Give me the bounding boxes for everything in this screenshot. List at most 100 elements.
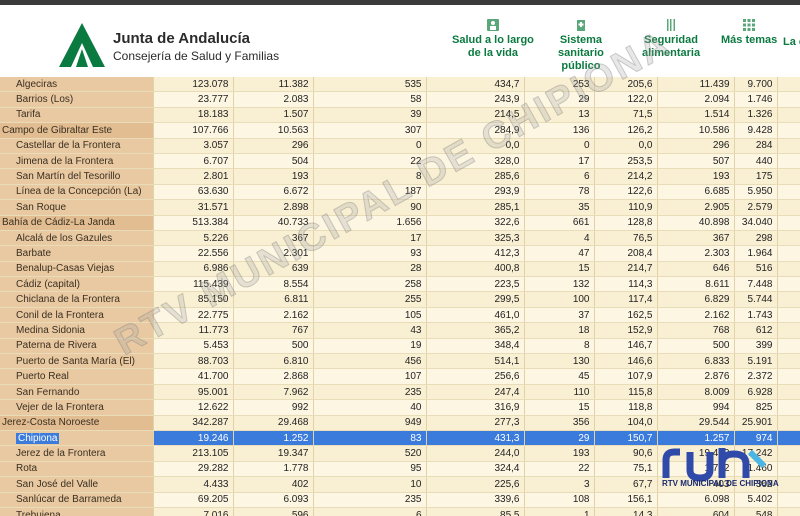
table-row[interactable]: Barrios (Los) 23.777 2.083 58 243,9 29 122,0 2.… bbox=[0, 91, 800, 108]
nav-seguridad-alimentaria[interactable]: Seguridad alimentaria bbox=[642, 19, 700, 60]
table-row[interactable]: Campo de Gibraltar Este 107.766 10.563 307 2… bbox=[0, 122, 800, 139]
nav-cut-off[interactable]: La c bbox=[783, 36, 800, 49]
municipality-name-cell: Benalup-Casas Viejas bbox=[0, 261, 154, 278]
value-cell: 110 bbox=[777, 384, 800, 401]
table-row[interactable]: Medina Sidonia 11.773 767 43 365,2 18 152,9 768… bbox=[0, 322, 800, 339]
municipality-name: Tarifa bbox=[16, 109, 41, 121]
value-cell: 520 bbox=[313, 445, 427, 462]
value-cell: 37 bbox=[524, 307, 595, 324]
value-cell: 90,6 bbox=[594, 445, 658, 462]
value-cell: 324,4 bbox=[426, 461, 525, 478]
table-row[interactable]: Benalup-Casas Viejas 6.986 639 28 400,8 15 214… bbox=[0, 261, 800, 278]
table-row[interactable]: Castellar de la Frontera 3.057 296 0 0,0 0 0,0… bbox=[0, 138, 800, 154]
municipality-name: San Fernando bbox=[16, 386, 80, 398]
value-cell: 146,7 bbox=[594, 338, 658, 355]
value-cell: 22 bbox=[524, 461, 595, 478]
value-cell: 40 bbox=[313, 399, 427, 416]
table-row[interactable]: Bahía de Cádiz-La Janda 513.384 40.733 1.65… bbox=[0, 215, 800, 231]
value-cell: 107 bbox=[313, 368, 427, 385]
table-row[interactable]: Trebujena 7.016596685,5114,36045487 bbox=[0, 507, 800, 516]
table-row[interactable]: Tarifa 18.183 1.507 39 214,5 13 71,5 1.514 1.326… bbox=[0, 107, 800, 124]
value-cell: 661 bbox=[524, 215, 595, 231]
value-cell: 136 bbox=[524, 122, 595, 139]
municipality-name-cell: Alcalá de los Gazules bbox=[0, 230, 154, 247]
value-cell: 243,9 bbox=[426, 91, 525, 108]
municipality-name: Algeciras bbox=[16, 78, 58, 90]
table-row[interactable]: Barbate 22.556 2.301 93 412,3 47 208,4 2.303 1.9… bbox=[0, 245, 800, 262]
value-cell: 4.433 bbox=[153, 476, 234, 493]
value-cell: 85.150 bbox=[153, 291, 234, 308]
value-cell: 156,1 bbox=[594, 492, 658, 508]
table-row[interactable]: Cádiz (capital) 115.439 8.554 258 223,5 132 11… bbox=[0, 276, 800, 293]
value-cell: 3 bbox=[524, 476, 595, 493]
table-row[interactable]: Paterna de Rivera 5.453 500 19 348,4 8 146,7 50… bbox=[0, 338, 800, 355]
value-cell: 284,9 bbox=[426, 122, 525, 139]
value-cell: 114,3 bbox=[594, 276, 658, 293]
municipality-name: Puerto de Santa María (El) bbox=[16, 355, 135, 367]
value-cell: 949 bbox=[313, 415, 427, 431]
table-row[interactable]: San Roque 31.571 2.898 90 285,1 35 110,9 2.905 2… bbox=[0, 199, 800, 216]
value-cell: 146,6 bbox=[594, 353, 658, 370]
table-row[interactable]: San Martín del Tesorillo 2.801 193 8 285,6 6 2… bbox=[0, 168, 800, 185]
value-cell: 17 bbox=[524, 153, 595, 170]
table-row[interactable]: Conil de la Frontera 22.775 2.162 105 461,0 3… bbox=[0, 307, 800, 324]
municipality-name-cell: Puerto de Santa María (El) bbox=[0, 353, 154, 370]
table-row[interactable]: San Fernando 95.001 7.962 235 247,4 110 115,8 8… bbox=[0, 384, 800, 401]
municipality-name: Jerez de la Frontera bbox=[16, 448, 106, 460]
nav-salud-vida[interactable]: Salud a lo largo de la vida bbox=[452, 19, 534, 60]
table-row[interactable]: Línea de la Concepción (La) 63.630 6.672 18… bbox=[0, 184, 800, 201]
value-cell: 1.507 bbox=[233, 107, 314, 124]
table-row[interactable]: Alcalá de los Gazules 5.226 367 17 325,3 4 76,… bbox=[0, 230, 800, 247]
table-row[interactable]: Jimena de la Frontera 6.707 504 22 328,0 17 25… bbox=[0, 153, 800, 170]
value-cell: 5.226 bbox=[153, 230, 234, 247]
nav-mas-temas[interactable]: Más temas bbox=[721, 19, 777, 47]
value-cell: 208,4 bbox=[594, 245, 658, 262]
table-row[interactable]: Algeciras 123.078 11.382 535 434,7 253 205,6 11… bbox=[0, 77, 800, 93]
value-cell: 214,2 bbox=[594, 168, 658, 185]
value-cell: 434,7 bbox=[426, 77, 525, 93]
value-cell: 2.162 bbox=[657, 307, 735, 324]
municipality-name: Paterna de Rivera bbox=[16, 340, 97, 352]
table-row[interactable]: Puerto de Santa María (El) 88.703 6.810 456… bbox=[0, 353, 800, 370]
municipality-name: Sanlúcar de Barrameda bbox=[16, 494, 122, 506]
municipality-name: Benalup-Casas Viejas bbox=[16, 263, 115, 275]
value-cell: 94 bbox=[777, 276, 800, 293]
table-row[interactable]: Vejer de la Frontera 12.622 992 40 316,9 15 11… bbox=[0, 399, 800, 416]
value-cell: 8 bbox=[777, 338, 800, 355]
municipality-name-cell: San Martín del Tesorillo bbox=[0, 168, 154, 185]
value-cell: 71,5 bbox=[594, 107, 658, 124]
value-cell: 8.611 bbox=[657, 276, 735, 293]
value-cell: 41.700 bbox=[153, 368, 234, 385]
value-cell: 5.950 bbox=[734, 184, 778, 201]
value-cell: 75,1 bbox=[594, 461, 658, 478]
municipality-name-cell: Campo de Gibraltar Este bbox=[0, 122, 154, 139]
table-row[interactable]: Jerez-Costa Noroeste 342.287 29.468 949 277,… bbox=[0, 415, 800, 431]
value-cell: 150,7 bbox=[594, 430, 658, 447]
value-cell: 2.876 bbox=[657, 368, 735, 385]
value-cell: 53 bbox=[777, 492, 800, 508]
value-cell: 2.801 bbox=[153, 168, 234, 185]
value-cell: 293,9 bbox=[426, 184, 525, 201]
value-cell: 255 bbox=[313, 291, 427, 308]
value-cell: 28 bbox=[313, 261, 427, 278]
municipality-name-cell: Vejer de la Frontera bbox=[0, 399, 154, 416]
junta-andalucia-logo-icon[interactable] bbox=[57, 21, 107, 69]
value-cell: 235 bbox=[313, 384, 427, 401]
table-row[interactable]: Puerto Real 41.700 2.868 107 256,6 45 107,9 2.8… bbox=[0, 368, 800, 385]
value-cell: 6.833 bbox=[657, 353, 735, 370]
value-cell: 1.964 bbox=[734, 245, 778, 262]
value-cell: 85,5 bbox=[426, 507, 525, 516]
table-row[interactable]: Chiclana de la Frontera 85.150 6.811 255 299… bbox=[0, 291, 800, 308]
value-cell: 2.868 bbox=[233, 368, 314, 385]
value-cell: 175 bbox=[734, 168, 778, 185]
value-cell: 12.622 bbox=[153, 399, 234, 416]
value-cell: 8 bbox=[313, 168, 427, 185]
value-cell: 6.810 bbox=[233, 353, 314, 370]
brand-title[interactable]: Junta de Andalucía bbox=[113, 30, 250, 47]
municipality-name: Trebujena bbox=[16, 509, 61, 516]
value-cell: 193 bbox=[657, 168, 735, 185]
nav-sistema-sanitario[interactable]: Sistema sanitario público bbox=[558, 19, 604, 73]
value-cell: 23.777 bbox=[153, 91, 234, 108]
value-cell: 11.773 bbox=[153, 322, 234, 339]
value-cell: 115.439 bbox=[153, 276, 234, 293]
